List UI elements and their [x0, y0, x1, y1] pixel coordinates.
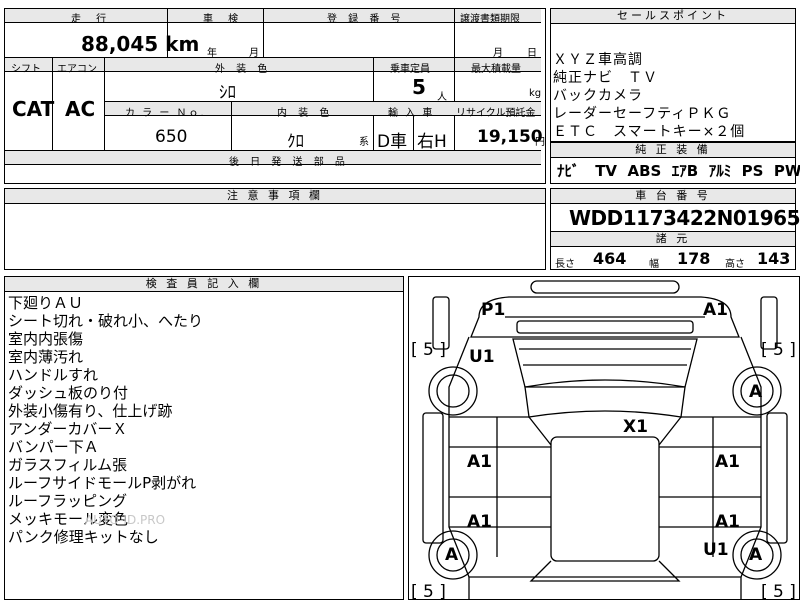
capacity-label: 乗車定員	[390, 64, 430, 75]
note-line: 外装小傷有り、仕上げ跡	[8, 402, 173, 420]
dimensions-label: 諸 元	[551, 231, 795, 247]
equipment-box: 純 正 装 備 ﾅﾋﾞ TV ABS ｴｱB ｱﾙﾐ PS PW	[550, 142, 800, 184]
import-d-value: D車	[377, 132, 408, 152]
chassis-label: 車 台 番 号	[551, 189, 795, 204]
recycle-deposit-label: リサイクル預託金	[456, 108, 536, 119]
exterior-color-label: 外 装 色	[215, 64, 272, 75]
mark-a1: A1	[467, 512, 492, 532]
sales-point-line: ＥＴＣ スマートキー×２個	[553, 124, 746, 140]
mark-a1: A1	[467, 452, 492, 472]
shift-label: シフト	[11, 64, 41, 75]
watermark: AUTO-ID.PRO	[85, 513, 166, 527]
mileage-value: 88,045 km	[81, 32, 200, 56]
mark-wheel-rear-left: A	[445, 545, 459, 565]
car-diagram-box: P1 A1 [ 5 ] [ 5 ] U1 A A X1 A1 A1 A1 A1 …	[408, 276, 800, 602]
length-value: 464	[593, 249, 627, 268]
note-line: ルーフサイドモールP剥がれ	[8, 474, 197, 492]
note-line: 室内内張傷	[8, 330, 84, 348]
inspector-notes: 下廻りＡＵ シート切れ・破れ小、へたり 室内内張傷 室内薄汚れ ハンドルすれ ダ…	[8, 294, 203, 546]
width-value: 178	[677, 249, 711, 268]
note-line: ダッシュ板のり付	[8, 384, 129, 402]
equipment-item: ﾅﾋﾞ	[557, 162, 580, 180]
mark-tire-front-right: [ 5 ]	[761, 340, 796, 360]
note-line: 室内薄汚れ	[8, 348, 84, 366]
vehicle-info-grid: 走 行 車 検 登 録 番 号 譲渡書類期限 88,045 km 年 月 月 日…	[4, 8, 546, 184]
mark-tire-rear-left: [ 5 ]	[411, 582, 446, 602]
car-diagram-icon	[422, 280, 788, 599]
note-line: ガラスフィルム張	[8, 456, 128, 474]
shaken-label: 車 検	[203, 14, 245, 25]
recycle-deposit-value: 19,150	[477, 127, 543, 147]
mark-a1: A1	[715, 512, 740, 532]
note-line: 下廻りＡＵ	[8, 294, 84, 312]
mark-tire-front-left: [ 5 ]	[411, 340, 446, 360]
sales-point-line: 純正ナビ ＴＶ	[553, 70, 658, 86]
equipment-item: ｱﾙﾐ	[708, 162, 732, 180]
recycle-deposit-unit: 円	[535, 137, 545, 148]
equipment-item: PS	[741, 162, 764, 180]
height-value: 143	[757, 249, 791, 268]
equipment-label: 純 正 装 備	[551, 143, 795, 158]
caution-box: 注 意 事 項 欄	[4, 188, 546, 270]
note-line: パンク修理キットなし	[8, 528, 159, 546]
sales-point-label: セールスポイント	[551, 9, 795, 24]
width-label: 幅	[649, 259, 659, 270]
mark-p1: P1	[481, 300, 506, 320]
chassis-box: 車 台 番 号 WDD1173422N019657 諸 元 長さ 464 幅 1…	[550, 188, 800, 270]
import-car-label: 輸 入 車	[388, 108, 435, 119]
sales-point-list: ＸＹＺ車高調 純正ナビ ＴＶ バックカメラ レーダーセーフティＰＫＧ ＥＴＣ ス…	[553, 51, 745, 141]
sales-point-line: バックカメラ	[553, 88, 643, 104]
aircon-label: エアコン	[57, 64, 97, 75]
interior-color-value: ｸﾛ	[287, 132, 304, 152]
equipment-item: ｴｱB	[671, 162, 699, 180]
mark-u1: U1	[703, 540, 729, 560]
equipment-list: ﾅﾋﾞ TV ABS ｴｱB ｱﾙﾐ PS PW	[557, 160, 800, 181]
equipment-item: TV	[595, 162, 618, 180]
mark-u1: U1	[469, 347, 495, 367]
mark-a1: A1	[715, 452, 740, 472]
registration-label: 登 録 番 号	[327, 14, 405, 25]
interior-color-label: 内 装 色	[277, 108, 334, 119]
mark-x1: X1	[623, 417, 648, 437]
note-line: ハンドルすれ	[8, 366, 99, 384]
mark-wheel-rear-right: A	[749, 545, 763, 565]
import-h-value: 右H	[417, 132, 447, 152]
mark-wheel-front-right: A	[749, 382, 763, 402]
sales-point-line: ＸＹＺ車高調	[553, 52, 643, 68]
sales-point-line: レーダーセーフティＰＫＧ	[553, 106, 732, 122]
mark-tire-rear-right: [ 5 ]	[761, 582, 796, 602]
caution-label: 注 意 事 項 欄	[5, 189, 545, 204]
later-parts-label: 後 日 発 送 部 品	[229, 157, 349, 168]
shift-value: CAT	[12, 97, 55, 121]
color-no-value: 650	[155, 127, 188, 147]
inspector-label: 検 査 員 記 入 欄	[5, 277, 403, 292]
equipment-item: PW	[773, 162, 800, 180]
transfer-deadline-label: 譲渡書類期限	[460, 14, 520, 25]
interior-color-suffix: 系	[359, 137, 369, 148]
mileage-label: 走 行	[71, 14, 113, 25]
color-no-label: カ ラ ー Ｎｏ.	[125, 108, 206, 119]
inspector-box: 検 査 員 記 入 欄 下廻りＡＵ シート切れ・破れ小、へたり 室内内張傷 室内…	[4, 276, 404, 600]
capacity-value: 5	[412, 75, 426, 99]
length-label: 長さ	[555, 259, 575, 270]
height-label: 高さ	[725, 259, 745, 270]
note-line: シート切れ・破れ小、へたり	[8, 312, 204, 330]
chassis-number: WDD1173422N019657	[569, 206, 800, 230]
max-load-unit: kg	[529, 88, 542, 99]
note-line: ルーフラッピング	[8, 492, 128, 510]
note-line: アンダーカバーＸ	[8, 420, 128, 438]
aircon-value: AC	[65, 97, 96, 121]
equipment-item: ABS	[627, 162, 662, 180]
note-line: バンパー下Ａ	[8, 438, 99, 456]
max-load-label: 最大積載量	[471, 64, 521, 75]
exterior-color-value: ｼﾛ	[219, 83, 236, 103]
mark-a1: A1	[703, 300, 728, 320]
sales-point-box: セールスポイント ＸＹＺ車高調 純正ナビ ＴＶ バックカメラ レーダーセーフティ…	[550, 8, 796, 142]
